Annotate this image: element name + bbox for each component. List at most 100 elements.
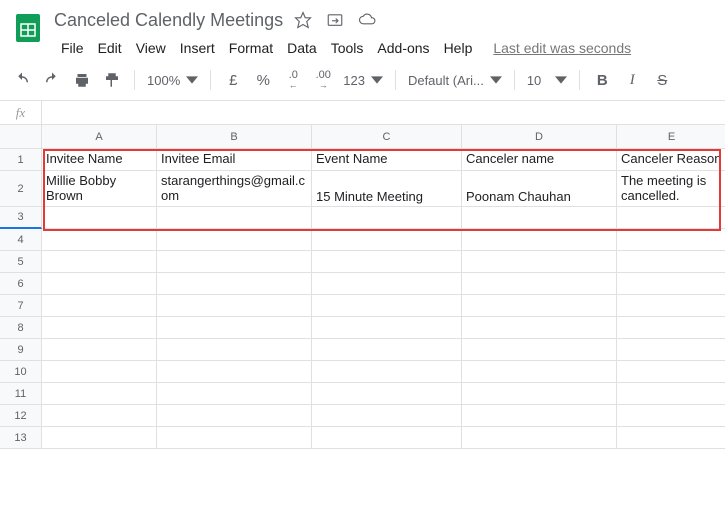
menu-edit[interactable]: Edit bbox=[91, 36, 129, 60]
cell[interactable] bbox=[462, 427, 617, 449]
cell[interactable]: 15 Minute Meeting bbox=[312, 171, 462, 207]
cell[interactable] bbox=[312, 295, 462, 317]
cell[interactable] bbox=[462, 317, 617, 339]
cell[interactable] bbox=[617, 295, 725, 317]
cell[interactable] bbox=[42, 405, 157, 427]
cell[interactable] bbox=[462, 339, 617, 361]
cell[interactable] bbox=[157, 229, 312, 251]
column-header-D[interactable]: D bbox=[462, 125, 617, 149]
row-header-2[interactable]: 2 bbox=[0, 171, 42, 207]
column-header-C[interactable]: C bbox=[312, 125, 462, 149]
cell[interactable] bbox=[462, 361, 617, 383]
print-button[interactable] bbox=[68, 66, 96, 94]
row-header-4[interactable]: 4 bbox=[0, 229, 42, 251]
row-header-5[interactable]: 5 bbox=[0, 251, 42, 273]
cell[interactable] bbox=[312, 207, 462, 229]
cell[interactable] bbox=[42, 229, 157, 251]
strikethrough-button[interactable]: S bbox=[648, 66, 676, 94]
cell[interactable]: Millie Bobby Brown bbox=[42, 171, 157, 207]
cell[interactable] bbox=[157, 295, 312, 317]
cell[interactable] bbox=[617, 317, 725, 339]
cell[interactable] bbox=[312, 229, 462, 251]
row-header-3[interactable]: 3 bbox=[0, 207, 42, 229]
cell[interactable]: Invitee Email bbox=[157, 149, 312, 171]
row-header-9[interactable]: 9 bbox=[0, 339, 42, 361]
formula-input[interactable] bbox=[42, 101, 725, 124]
cell[interactable] bbox=[462, 405, 617, 427]
cell[interactable] bbox=[312, 273, 462, 295]
cell[interactable] bbox=[157, 383, 312, 405]
cell[interactable]: The meeting is cancelled. bbox=[617, 171, 725, 207]
cell[interactable] bbox=[617, 273, 725, 295]
move-icon[interactable] bbox=[323, 8, 347, 32]
cell[interactable] bbox=[42, 339, 157, 361]
cell[interactable]: Poonam Chauhan bbox=[462, 171, 617, 207]
bold-button[interactable]: B bbox=[588, 66, 616, 94]
cell[interactable] bbox=[312, 383, 462, 405]
star-icon[interactable] bbox=[291, 8, 315, 32]
cell[interactable]: Canceler Reason bbox=[617, 149, 725, 171]
cell[interactable] bbox=[42, 207, 157, 229]
cell[interactable] bbox=[157, 317, 312, 339]
document-title[interactable]: Canceled Calendly Meetings bbox=[54, 10, 283, 31]
cell[interactable] bbox=[617, 361, 725, 383]
sheets-logo[interactable] bbox=[8, 8, 48, 48]
cell[interactable] bbox=[462, 295, 617, 317]
cell[interactable] bbox=[462, 273, 617, 295]
cell[interactable] bbox=[42, 383, 157, 405]
cell[interactable] bbox=[312, 251, 462, 273]
decrease-decimal-button[interactable]: .0← bbox=[279, 66, 307, 94]
cell[interactable] bbox=[617, 383, 725, 405]
menu-insert[interactable]: Insert bbox=[173, 36, 222, 60]
menu-data[interactable]: Data bbox=[280, 36, 324, 60]
currency-button[interactable]: £ bbox=[219, 66, 247, 94]
cell[interactable] bbox=[312, 361, 462, 383]
cell[interactable] bbox=[157, 427, 312, 449]
cell[interactable] bbox=[157, 251, 312, 273]
cell[interactable] bbox=[462, 251, 617, 273]
cell[interactable] bbox=[157, 207, 312, 229]
cell[interactable]: Event Name bbox=[312, 149, 462, 171]
increase-decimal-button[interactable]: .00→ bbox=[309, 66, 337, 94]
cell[interactable] bbox=[617, 251, 725, 273]
row-header-1[interactable]: 1 bbox=[0, 149, 42, 171]
menu-tools[interactable]: Tools bbox=[324, 36, 371, 60]
cell[interactable] bbox=[312, 427, 462, 449]
paint-format-button[interactable] bbox=[98, 66, 126, 94]
cell[interactable] bbox=[42, 427, 157, 449]
row-header-6[interactable]: 6 bbox=[0, 273, 42, 295]
cell[interactable] bbox=[157, 339, 312, 361]
cell[interactable] bbox=[42, 295, 157, 317]
row-header-8[interactable]: 8 bbox=[0, 317, 42, 339]
row-header-10[interactable]: 10 bbox=[0, 361, 42, 383]
menu-help[interactable]: Help bbox=[437, 36, 480, 60]
menu-addons[interactable]: Add-ons bbox=[370, 36, 436, 60]
menu-format[interactable]: Format bbox=[222, 36, 280, 60]
italic-button[interactable]: I bbox=[618, 66, 646, 94]
column-header-B[interactable]: B bbox=[157, 125, 312, 149]
row-header-11[interactable]: 11 bbox=[0, 383, 42, 405]
cell[interactable] bbox=[42, 251, 157, 273]
column-header-A[interactable]: A bbox=[42, 125, 157, 149]
undo-button[interactable] bbox=[8, 66, 36, 94]
menu-view[interactable]: View bbox=[129, 36, 173, 60]
font-size-dropdown[interactable]: 10 bbox=[523, 69, 571, 92]
cell[interactable]: Invitee Name bbox=[42, 149, 157, 171]
cell[interactable] bbox=[617, 207, 725, 229]
cell[interactable]: Canceler name bbox=[462, 149, 617, 171]
row-header-13[interactable]: 13 bbox=[0, 427, 42, 449]
menu-file[interactable]: File bbox=[54, 36, 91, 60]
zoom-dropdown[interactable]: 100% bbox=[143, 69, 202, 92]
row-header-7[interactable]: 7 bbox=[0, 295, 42, 317]
cell[interactable] bbox=[617, 339, 725, 361]
cell[interactable] bbox=[617, 427, 725, 449]
percent-button[interactable]: % bbox=[249, 66, 277, 94]
cell[interactable] bbox=[42, 317, 157, 339]
redo-button[interactable] bbox=[38, 66, 66, 94]
cell[interactable] bbox=[157, 361, 312, 383]
last-edit-link[interactable]: Last edit was seconds bbox=[493, 40, 631, 56]
cell[interactable] bbox=[157, 405, 312, 427]
number-format-dropdown[interactable]: 123 bbox=[339, 69, 387, 92]
cell[interactable]: starangerthings@gmail.com bbox=[157, 171, 312, 207]
cell[interactable] bbox=[617, 229, 725, 251]
